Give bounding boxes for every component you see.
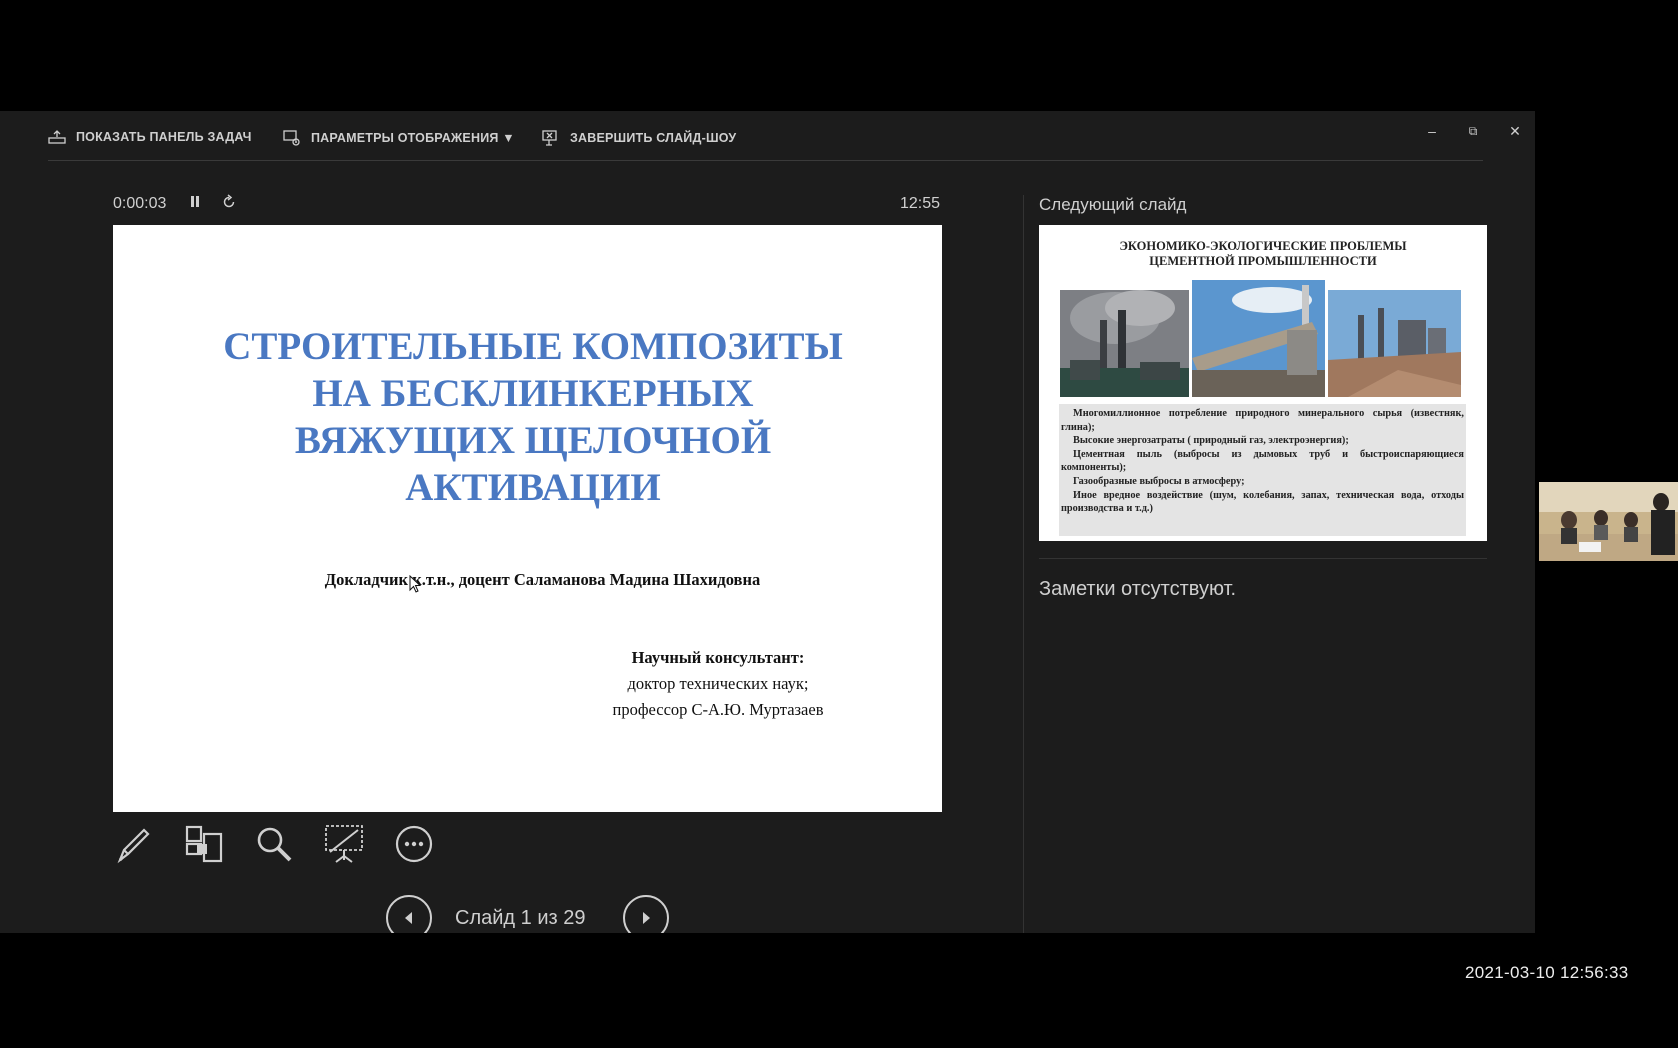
notes-divider bbox=[1039, 558, 1487, 559]
slide-title-line: АКТИВАЦИИ bbox=[405, 466, 661, 509]
minimize-button[interactable]: – bbox=[1417, 119, 1447, 143]
slide-speaker: Докладчик к.т.н., доцент Саламанова Мади… bbox=[324, 570, 761, 589]
end-slideshow-button[interactable]: ЗАВЕРШИТЬ СЛАЙД-ШОУ bbox=[542, 130, 736, 146]
slide-counter: Слайд 1 из 29 bbox=[455, 907, 586, 929]
show-taskbar-button[interactable]: ПОКАЗАТЬ ПАНЕЛЬ ЗАДАЧ bbox=[48, 130, 252, 144]
grid-icon bbox=[185, 825, 223, 863]
consultant-degree: доктор технических наук; bbox=[627, 674, 809, 693]
restore-button[interactable]: ⧉ bbox=[1458, 119, 1488, 143]
cement-plant-photo bbox=[1328, 290, 1461, 397]
see-all-slides-button[interactable] bbox=[183, 823, 225, 865]
display-settings-label: ПАРАМЕТРЫ ОТОБРАЖЕНИЯ ▼ bbox=[311, 131, 515, 145]
taskbar-icon bbox=[48, 130, 66, 144]
end-slideshow-icon bbox=[542, 130, 560, 146]
display-settings-icon bbox=[283, 130, 301, 146]
slide-title-line: НА БЕСКЛИНКЕРНЫХ bbox=[312, 372, 754, 415]
elapsed-timer: 0:00:03 bbox=[113, 195, 167, 212]
next-slide-bullets: Многомиллионное потребление природного м… bbox=[1059, 404, 1466, 536]
consultant-heading: Научный консультант: bbox=[631, 648, 805, 667]
chevron-left-icon bbox=[405, 912, 412, 924]
close-button[interactable]: ✕ bbox=[1500, 119, 1530, 143]
timestamp-overlay: 2021-03-10 12:56:33 bbox=[1465, 963, 1629, 982]
chevron-right-icon bbox=[643, 912, 650, 924]
reset-icon bbox=[223, 194, 235, 208]
presenter-view-window: ПОКАЗАТЬ ПАНЕЛЬ ЗАДАЧ ПАРАМЕТРЫ ОТОБРАЖЕ… bbox=[0, 111, 1535, 933]
previous-slide-button[interactable] bbox=[386, 895, 432, 933]
webcam-thumbnail bbox=[1539, 482, 1678, 561]
next-slide-title: ЭКОНОМИКО-ЭКОЛОГИЧЕСКИЕ ПРОБЛЕМЫ ЦЕМЕНТН… bbox=[1039, 239, 1487, 269]
next-slide-bullet: Газообразные выбросы в атмосферу; bbox=[1073, 475, 1245, 487]
reset-timer-button[interactable] bbox=[221, 194, 237, 215]
end-slideshow-label: ЗАВЕРШИТЬ СЛАЙД-ШОУ bbox=[570, 131, 737, 145]
slide-title-line: ВЯЖУЩИХ ЩЕЛОЧНОЙ bbox=[294, 419, 772, 462]
presenter-toolbar: ПОКАЗАТЬ ПАНЕЛЬ ЗАДАЧ ПАРАМЕТРЫ ОТОБРАЖЕ… bbox=[0, 111, 1535, 161]
slide-consultant: Научный консультант: доктор технических … bbox=[553, 645, 883, 723]
next-slide-label: Следующий слайд bbox=[1039, 195, 1187, 214]
current-time: 12:55 bbox=[900, 195, 941, 212]
show-taskbar-label: ПОКАЗАТЬ ПАНЕЛЬ ЗАДАЧ bbox=[76, 130, 252, 144]
notes-text: Заметки отсутствуют. bbox=[1039, 578, 1237, 600]
screen-icon bbox=[325, 825, 363, 863]
pen-tool-button[interactable] bbox=[113, 823, 155, 865]
current-slide[interactable]: СТРОИТЕЛЬНЫЕ КОМПОЗИТЫ НА БЕСКЛИНКЕРНЫХ … bbox=[113, 225, 942, 812]
slide-title: СТРОИТЕЛЬНЫЕ КОМПОЗИТЫ НА БЕСКЛИНКЕРНЫХ … bbox=[173, 323, 893, 511]
panel-divider bbox=[1023, 195, 1024, 933]
next-slide-bullet: Иное вредное воздействие (шум, колебания… bbox=[1061, 489, 1464, 515]
display-settings-button[interactable]: ПАРАМЕТРЫ ОТОБРАЖЕНИЯ ▼ bbox=[283, 130, 515, 146]
pause-timer-button[interactable] bbox=[189, 194, 201, 213]
next-slide-title-line: ЦЕМЕНТНОЙ ПРОМЫШЛЕННОСТИ bbox=[1149, 254, 1377, 268]
next-slide-bullet: Высокие энергозатраты ( природный газ, э… bbox=[1073, 435, 1349, 447]
zoom-button[interactable] bbox=[253, 823, 295, 865]
magnifier-icon bbox=[257, 827, 292, 862]
pause-icon bbox=[191, 196, 199, 207]
slide-title-line: СТРОИТЕЛЬНЫЕ КОМПОЗИТЫ bbox=[223, 325, 843, 368]
next-slide-button[interactable] bbox=[623, 895, 669, 933]
smokestack-photo bbox=[1060, 290, 1189, 397]
slide-tools bbox=[113, 823, 435, 865]
black-screen-button[interactable] bbox=[323, 823, 365, 865]
next-slide-bullet: Цементная пыль (выбросы из дымовых труб … bbox=[1061, 448, 1464, 474]
pen-icon bbox=[117, 828, 150, 864]
consultant-name: профессор С-А.Ю. Муртазаев bbox=[612, 700, 824, 719]
cement-kiln-photo bbox=[1192, 280, 1325, 397]
next-slide-preview[interactable]: ЭКОНОМИКО-ЭКОЛОГИЧЕСКИЕ ПРОБЛЕМЫ ЦЕМЕНТН… bbox=[1039, 225, 1487, 541]
more-options-button[interactable] bbox=[393, 823, 435, 865]
next-slide-title-line: ЭКОНОМИКО-ЭКОЛОГИЧЕСКИЕ ПРОБЛЕМЫ bbox=[1119, 239, 1407, 253]
more-icon bbox=[395, 825, 433, 863]
toolbar-divider bbox=[48, 160, 1483, 161]
mouse-pointer-icon bbox=[409, 575, 422, 593]
next-slide-bullet: Многомиллионное потребление природного м… bbox=[1061, 408, 1464, 433]
